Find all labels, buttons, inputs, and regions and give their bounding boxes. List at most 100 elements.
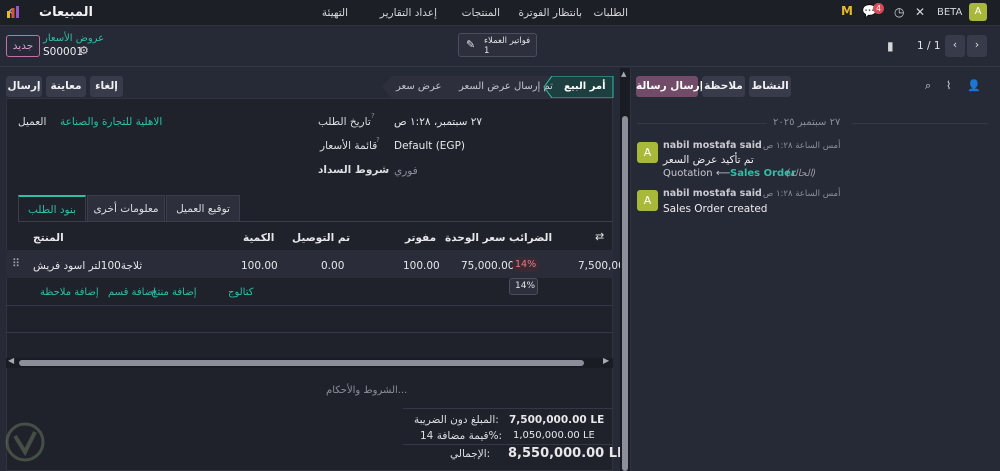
help-icon: ? [371, 112, 375, 120]
drag-handle-icon[interactable]: ⠿ [12, 257, 20, 270]
col-unit-price[interactable]: سعر الوحدة [445, 232, 505, 244]
customer-value[interactable]: الاهلية للتجارة والصناعة [60, 116, 162, 128]
log-note-button[interactable]: ملاحظة [702, 76, 745, 97]
status-draft[interactable]: عرض سعر [396, 81, 441, 92]
control-panel: جديد عروض الأسعار S00001 ⚙ ✎ فواتير العم… [0, 27, 1000, 67]
add-product-link[interactable]: إضافة منتج [151, 287, 196, 298]
message-body: Sales Order created [663, 203, 768, 215]
bookmark-icon[interactable]: ▮ [887, 39, 894, 53]
tab-order-lines[interactable]: بنود الطلب [18, 195, 86, 221]
order-date-label: تاريخ الطلب [318, 116, 371, 128]
beta-label: BETA [937, 7, 963, 18]
apps-menu-icon[interactable] [6, 5, 20, 19]
order-date-value[interactable]: ٢٧ سبتمبر، ١:٢٨ ص [394, 116, 482, 128]
message-avatar[interactable]: A [637, 190, 658, 211]
tax-tooltip: 14% [509, 278, 538, 295]
preview-button[interactable]: معاينة [46, 76, 86, 97]
chat-count-badge: 4 [873, 3, 884, 14]
scroll-right-icon[interactable]: ▶ [603, 356, 609, 365]
tax-tooltip-text: 14% [515, 281, 536, 291]
line-quantity[interactable]: 100.00 [241, 260, 278, 272]
date-separator-line [852, 123, 988, 124]
pager-next-button[interactable]: › [967, 35, 987, 57]
scrollbar-thumb[interactable] [19, 360, 584, 366]
totals-divider [403, 408, 613, 409]
followers-icon[interactable]: 👤 [967, 79, 981, 92]
line-delivered[interactable]: 0.00 [321, 260, 344, 272]
pager-previous-button[interactable]: ‹ [945, 35, 965, 57]
menu-configuration[interactable]: التهيئة [322, 7, 348, 19]
company-logo-icon[interactable]: M [841, 4, 853, 18]
menu-orders[interactable]: الطلبات [594, 7, 628, 19]
menu-reporting[interactable]: إعداد التقارير [380, 7, 437, 19]
vat-label: قيمة مضافة 14%: [420, 430, 503, 442]
cancel-button[interactable]: إلغاء [90, 76, 123, 97]
scroll-left-icon[interactable]: ◀ [8, 356, 14, 365]
add-section-link[interactable]: إضافة قسم [108, 287, 156, 298]
col-invoiced[interactable]: مفوتر [405, 232, 436, 244]
tab-other-info[interactable]: معلومات أخرى [87, 195, 165, 221]
status-sent[interactable]: تم إرسال عرض السعر [459, 81, 553, 92]
tracking-old-value: Quotation [663, 168, 713, 179]
tabs-divider [18, 221, 613, 222]
menu-to-invoice[interactable]: بانتظار الفوترة [518, 7, 582, 19]
message-body: تم تأكيد عرض السعر [663, 154, 754, 166]
row-divider [6, 305, 613, 306]
date-separator-line [637, 123, 767, 124]
untaxed-label: المبلغ دون الضريبة: [414, 414, 499, 426]
customer-invoices-smart-button[interactable]: ✎ فواتير العملاء 1 [458, 33, 537, 57]
pricelist-value[interactable]: Default (EGP) [394, 140, 465, 152]
total-divider [403, 444, 613, 445]
line-subtotal: 7,500,00 [578, 260, 625, 272]
app-title[interactable]: المبيعات [39, 5, 93, 20]
scroll-up-icon[interactable]: ▲ [621, 70, 626, 78]
terms-and-conditions[interactable]: الشروط والأحكام... [326, 385, 407, 396]
send-message-button[interactable]: إرسال رسالة [636, 76, 703, 97]
invoice-icon: ✎ [466, 38, 476, 51]
total-value: 8,550,000.00 LE [508, 446, 626, 461]
col-delivered[interactable]: تم التوصيل [292, 232, 350, 244]
customer-label: العميل [18, 116, 47, 128]
untaxed-value: 7,500,000.00 LE [509, 414, 605, 426]
pager-value[interactable]: 1 / 1 [917, 40, 941, 52]
total-label: الإجمالي: [450, 448, 491, 460]
horizontal-scrollbar[interactable]: ◀ ▶ [6, 356, 613, 368]
chatter-pane [630, 68, 1000, 471]
line-invoiced[interactable]: 100.00 [403, 260, 440, 272]
line-taxes-badge[interactable]: 14% [512, 257, 540, 272]
user-avatar[interactable]: A [969, 3, 987, 21]
gear-icon[interactable]: ⚙ [79, 44, 89, 57]
payment-terms-value[interactable]: فوري [394, 165, 418, 177]
activity-button[interactable]: النشاط [749, 76, 791, 97]
search-icon[interactable]: ⌕ [925, 79, 931, 93]
form-vertical-scrollbar[interactable]: ▲ [620, 68, 630, 471]
pricelist-label: قائمة الأسعار [320, 140, 378, 152]
status-sales-order[interactable]: أمر البيع [564, 81, 606, 92]
message-time: أمس الساعة ١:٢٨ ص [763, 141, 841, 151]
message-author[interactable]: nabil mostafa said [663, 140, 762, 151]
clock-icon[interactable]: ◷ [894, 5, 904, 19]
tools-icon[interactable]: ✕ [915, 5, 925, 19]
line-product[interactable]: ثلاجة100لتر اسود فريش [33, 260, 142, 272]
line-unit-price[interactable]: 75,000.00 [461, 260, 514, 272]
new-button[interactable]: جديد [6, 35, 40, 57]
paperclip-icon[interactable]: ⌇ [946, 79, 951, 92]
col-taxes[interactable]: الضرائب [509, 232, 552, 244]
message-time: أمس الساعة ١:٢٨ ص [763, 189, 841, 199]
message-author[interactable]: nabil mostafa said [663, 188, 762, 199]
tab-customer-signature[interactable]: توقيع العميل [166, 195, 240, 221]
col-product[interactable]: المنتج [33, 232, 64, 244]
send-button[interactable]: إرسال [6, 76, 42, 97]
breadcrumb-parent[interactable]: عروض الأسعار [43, 33, 104, 44]
top-navbar: ‹ A BETA ✕ ◷ 💬 4 M التهيئة إعداد التقاري… [0, 0, 1000, 26]
col-quantity[interactable]: الكمية [243, 232, 274, 244]
message-avatar[interactable]: A [637, 142, 658, 163]
row-divider [6, 332, 613, 333]
smart-button-count: 1 [484, 46, 490, 56]
date-separator: ٢٧ سبتمبر ٢٠٢٥ [773, 117, 841, 128]
menu-products[interactable]: المنتجات [462, 7, 500, 19]
scrollbar-thumb[interactable] [622, 116, 628, 471]
catalog-link[interactable]: كتالوج [228, 287, 254, 298]
add-note-link[interactable]: إضافة ملاحظة [40, 287, 99, 298]
column-settings-icon[interactable]: ⇄ [595, 230, 604, 243]
